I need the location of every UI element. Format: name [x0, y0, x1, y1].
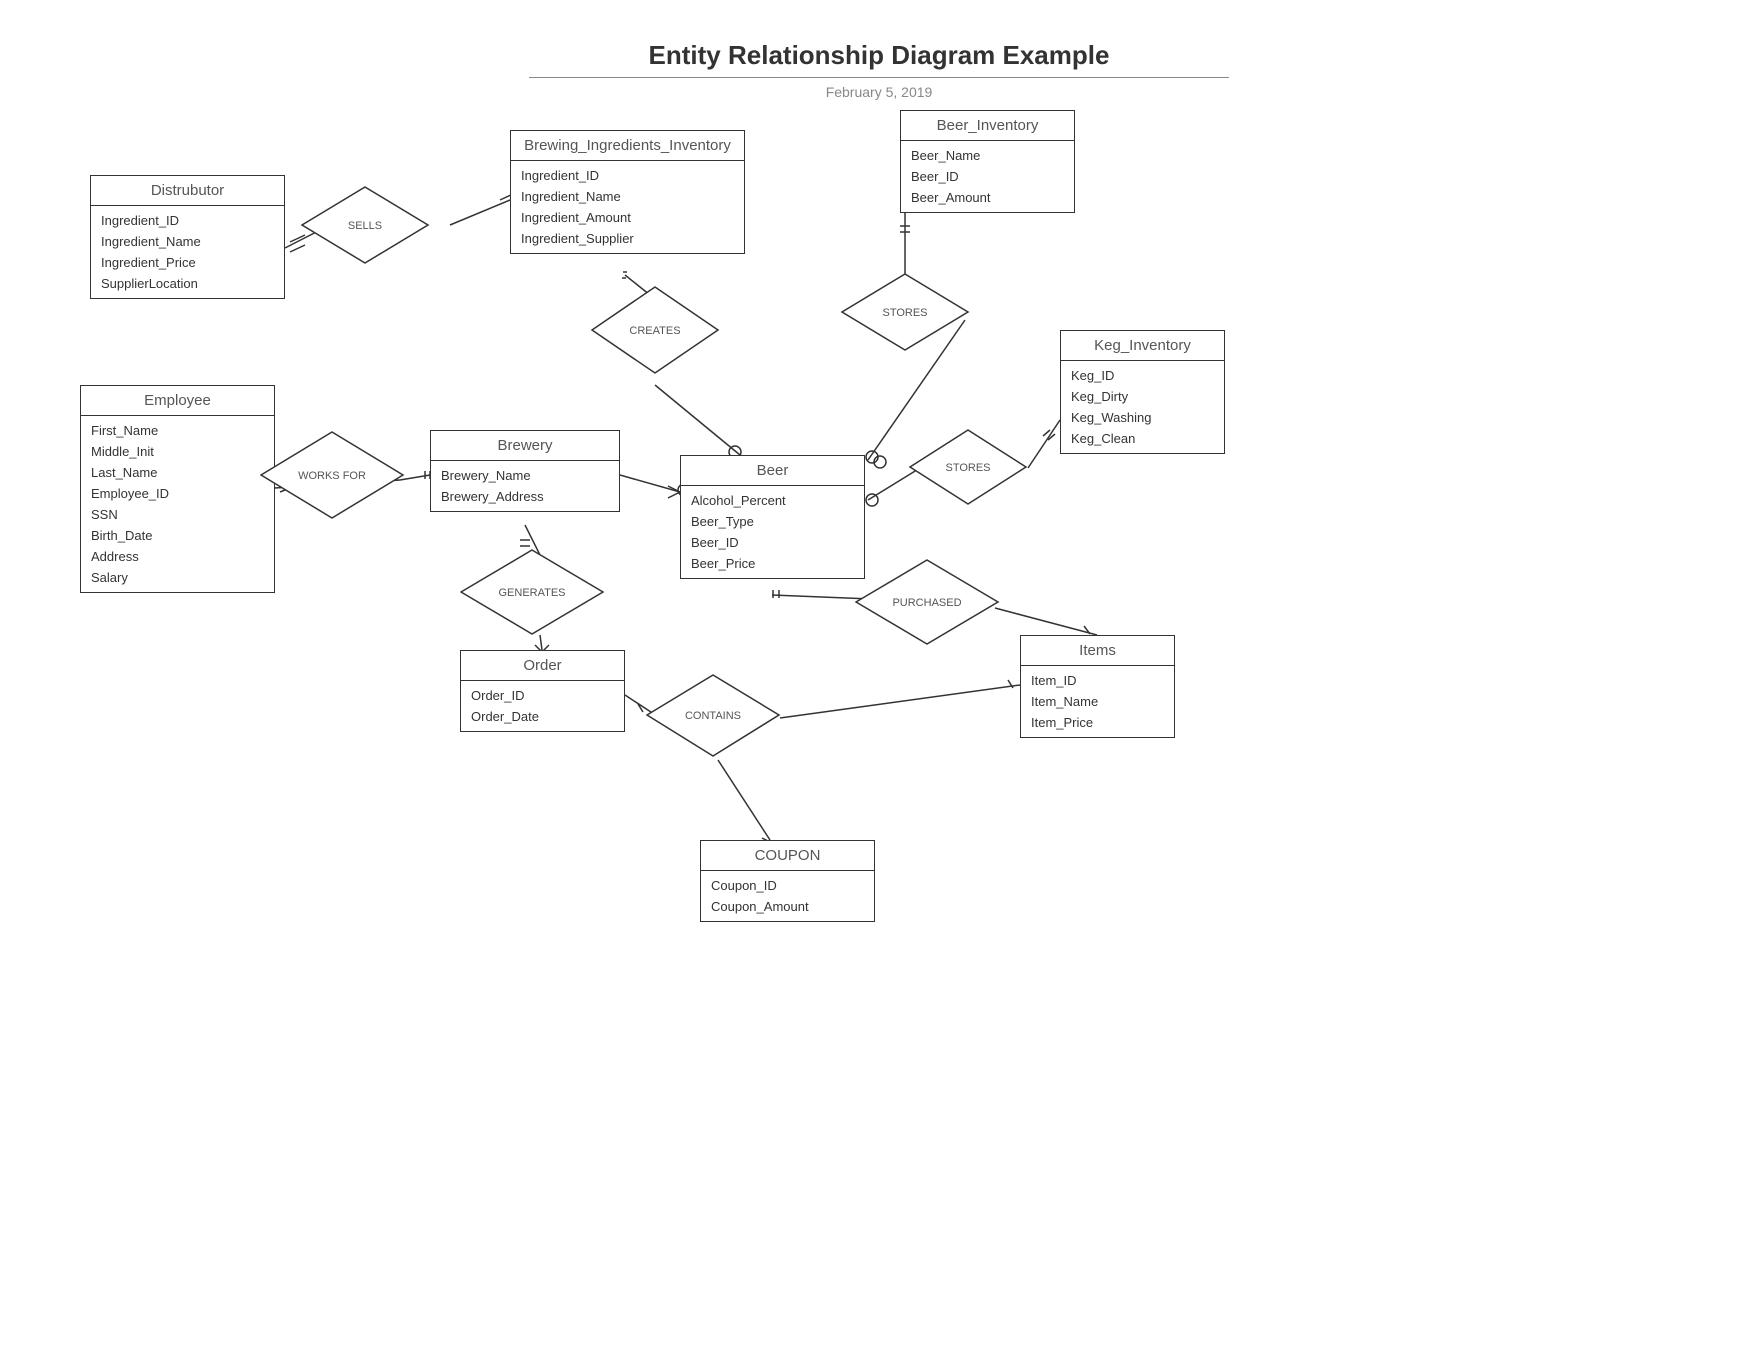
entity-employee: Employee First_Name Middle_Init Last_Nam…: [80, 385, 275, 593]
attr-address: Address: [91, 546, 264, 567]
diagram-container: Entity Relationship Diagram Example Febr…: [0, 0, 1758, 1358]
entity-items-attrs: Item_ID Item_Name Item_Price: [1021, 666, 1174, 737]
attr-bi-id: Ingredient_ID: [521, 165, 734, 186]
attr-item-name: Item_Name: [1031, 691, 1164, 712]
attr-keg-id: Keg_ID: [1071, 365, 1214, 386]
attr-keg-washing: Keg_Washing: [1071, 407, 1214, 428]
attr-ingredient-name: Ingredient_Name: [101, 231, 274, 252]
entity-coupon-attrs: Coupon_ID Coupon_Amount: [701, 871, 874, 921]
attr-beerinv-name: Beer_Name: [911, 145, 1064, 166]
entity-beer: Beer Alcohol_Percent Beer_Type Beer_ID B…: [680, 455, 865, 579]
rel-contains: CONTAINS: [646, 673, 781, 758]
attr-ingredient-id: Ingredient_ID: [101, 210, 274, 231]
entity-distributor-attrs: Ingredient_ID Ingredient_Name Ingredient…: [91, 206, 284, 298]
attr-keg-clean: Keg_Clean: [1071, 428, 1214, 449]
attr-bi-name: Ingredient_Name: [521, 186, 734, 207]
attr-coupon-id: Coupon_ID: [711, 875, 864, 896]
attr-salary: Salary: [91, 567, 264, 588]
entity-order-attrs: Order_ID Order_Date: [461, 681, 624, 731]
entity-distributor-header: Distrubutor: [91, 176, 284, 206]
main-title: Entity Relationship Diagram Example: [529, 40, 1229, 71]
svg-text:SELLS: SELLS: [348, 220, 382, 232]
attr-supplier-location: SupplierLocation: [101, 273, 274, 294]
attr-bi-amount: Ingredient_Amount: [521, 207, 734, 228]
entity-brewery: Brewery Brewery_Name Brewery_Address: [430, 430, 620, 512]
rel-creates: CREATES: [590, 285, 720, 375]
entity-items-header: Items: [1021, 636, 1174, 666]
rel-sells: SELLS: [300, 185, 430, 265]
attr-alcohol-pct: Alcohol_Percent: [691, 490, 854, 511]
rel-works-for: WORKS FOR: [260, 430, 405, 520]
attr-middle-init: Middle_Init: [91, 441, 264, 462]
entity-brewing-header: Brewing_Ingredients_Inventory: [511, 131, 744, 161]
entity-brewery-attrs: Brewery_Name Brewery_Address: [431, 461, 619, 511]
entity-brewing-attrs: Ingredient_ID Ingredient_Name Ingredient…: [511, 161, 744, 253]
attr-beerinv-amount: Beer_Amount: [911, 187, 1064, 208]
entity-beer-header: Beer: [681, 456, 864, 486]
attr-birth-date: Birth_Date: [91, 525, 264, 546]
attr-item-price: Item_Price: [1031, 712, 1164, 733]
entity-employee-header: Employee: [81, 386, 274, 416]
attr-beer-type: Beer_Type: [691, 511, 854, 532]
subtitle: February 5, 2019: [529, 84, 1229, 100]
entity-items: Items Item_ID Item_Name Item_Price: [1020, 635, 1175, 738]
entity-order: Order Order_ID Order_Date: [460, 650, 625, 732]
attr-bi-supplier: Ingredient_Supplier: [521, 228, 734, 249]
attr-beer-id: Beer_ID: [691, 532, 854, 553]
attr-beer-price: Beer_Price: [691, 553, 854, 574]
rel-stores-1: STORES: [840, 272, 970, 352]
attr-first-name: First_Name: [91, 420, 264, 441]
entity-order-header: Order: [461, 651, 624, 681]
attr-beerinv-id: Beer_ID: [911, 166, 1064, 187]
entity-beer-attrs: Alcohol_Percent Beer_Type Beer_ID Beer_P…: [681, 486, 864, 578]
entity-coupon: COUPON Coupon_ID Coupon_Amount: [700, 840, 875, 922]
svg-text:GENERATES: GENERATES: [498, 587, 565, 599]
rel-purchased: PURCHASED: [855, 558, 1000, 646]
attr-order-date: Order_Date: [471, 706, 614, 727]
title-area: Entity Relationship Diagram Example Febr…: [529, 40, 1229, 100]
attr-keg-dirty: Keg_Dirty: [1071, 386, 1214, 407]
entity-keg-inv-header: Keg_Inventory: [1061, 331, 1224, 361]
entity-brewery-header: Brewery: [431, 431, 619, 461]
svg-text:STORES: STORES: [882, 307, 927, 319]
entity-brewing-ingredients: Brewing_Ingredients_Inventory Ingredient…: [510, 130, 745, 254]
rel-generates: GENERATES: [460, 548, 605, 636]
rel-stores-2: STORES: [908, 428, 1028, 506]
attr-brewery-name: Brewery_Name: [441, 465, 609, 486]
entity-keg-inventory: Keg_Inventory Keg_ID Keg_Dirty Keg_Washi…: [1060, 330, 1225, 454]
attr-order-id: Order_ID: [471, 685, 614, 706]
entity-beer-inventory: Beer_Inventory Beer_Name Beer_ID Beer_Am…: [900, 110, 1075, 213]
svg-text:PURCHASED: PURCHASED: [892, 597, 961, 609]
entity-keg-inv-attrs: Keg_ID Keg_Dirty Keg_Washing Keg_Clean: [1061, 361, 1224, 453]
attr-brewery-address: Brewery_Address: [441, 486, 609, 507]
attr-last-name: Last_Name: [91, 462, 264, 483]
attr-ingredient-price: Ingredient_Price: [101, 252, 274, 273]
attr-employee-id: Employee_ID: [91, 483, 264, 504]
entity-employee-attrs: First_Name Middle_Init Last_Name Employe…: [81, 416, 274, 592]
attr-ssn: SSN: [91, 504, 264, 525]
svg-text:CREATES: CREATES: [629, 325, 680, 337]
attr-coupon-amount: Coupon_Amount: [711, 896, 864, 917]
entity-coupon-header: COUPON: [701, 841, 874, 871]
entity-distributor: Distrubutor Ingredient_ID Ingredient_Nam…: [90, 175, 285, 299]
svg-text:WORKS FOR: WORKS FOR: [298, 470, 366, 482]
entity-beer-inv-attrs: Beer_Name Beer_ID Beer_Amount: [901, 141, 1074, 212]
entity-beer-inv-header: Beer_Inventory: [901, 111, 1074, 141]
svg-text:STORES: STORES: [945, 462, 990, 474]
title-underline: [529, 77, 1229, 78]
svg-text:CONTAINS: CONTAINS: [685, 710, 741, 722]
attr-item-id: Item_ID: [1031, 670, 1164, 691]
